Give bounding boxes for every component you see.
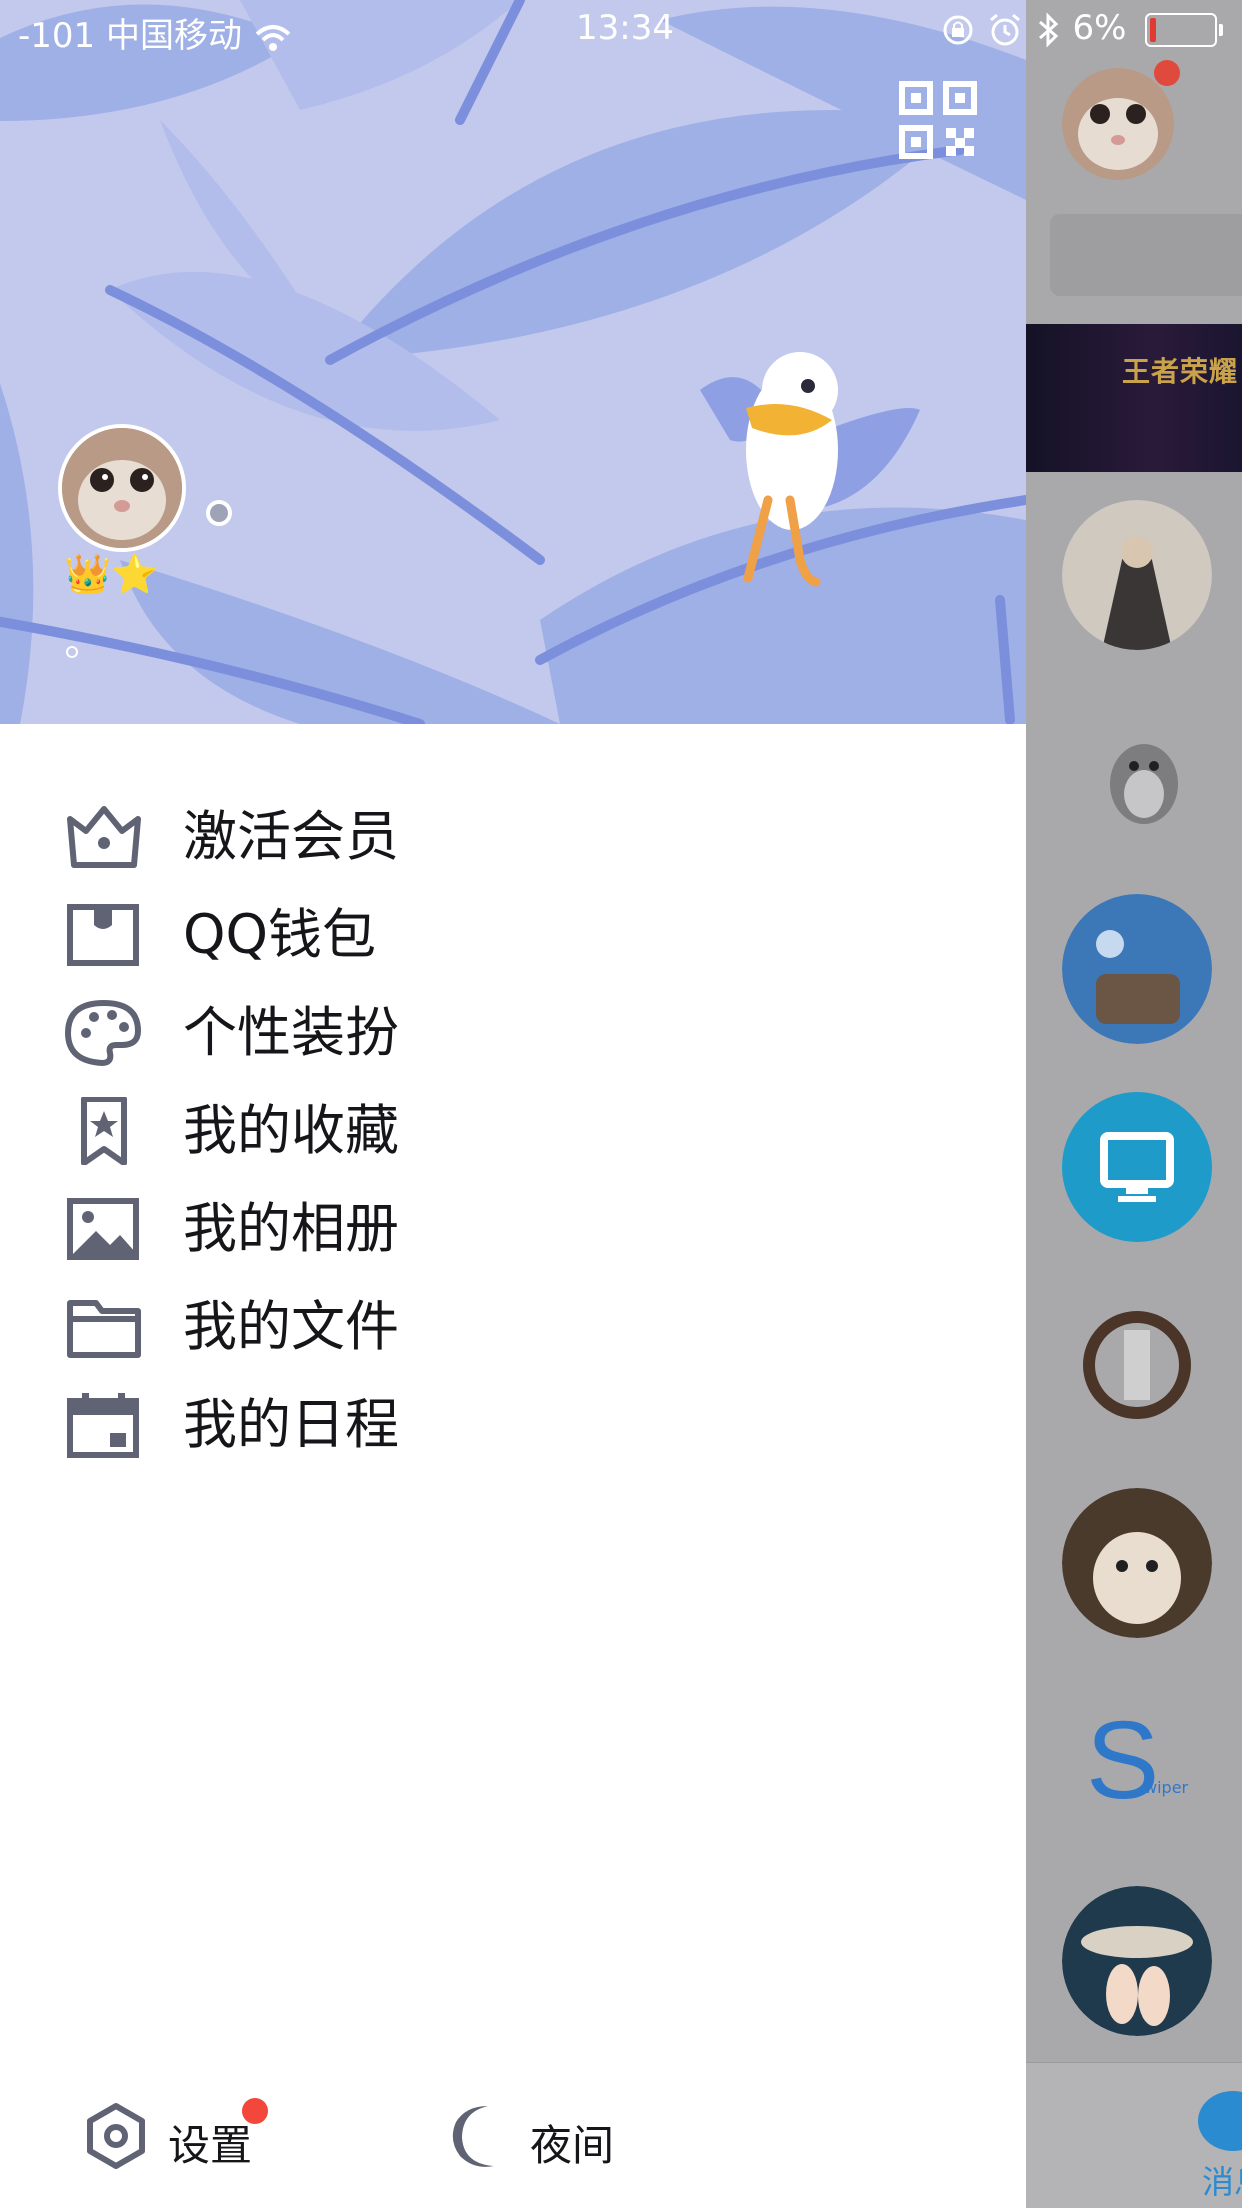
crown-outline-icon bbox=[67, 806, 141, 868]
chat-avatar[interactable] bbox=[1062, 894, 1212, 1044]
qr-code-button[interactable] bbox=[898, 80, 978, 160]
picture-icon bbox=[67, 1198, 139, 1260]
banner-text: 王者荣耀 bbox=[1121, 355, 1238, 388]
device-avatar[interactable] bbox=[1062, 1092, 1212, 1242]
signature-placeholder-dot bbox=[66, 646, 78, 658]
menu-label: QQ钱包 bbox=[183, 903, 377, 966]
status-icons: 6% bbox=[940, 8, 1224, 48]
wifi-icon bbox=[255, 24, 291, 51]
night-mode-label: 夜间 bbox=[530, 2121, 615, 2170]
qr-code-icon bbox=[899, 81, 977, 159]
feather-background-illustration bbox=[0, 0, 1026, 724]
settings-label: 设置 bbox=[168, 2121, 253, 2170]
rotation-lock-icon bbox=[943, 15, 973, 44]
online-status-indicator bbox=[206, 500, 232, 526]
menu-item-schedule[interactable]: 我的日程 bbox=[0, 1356, 1026, 1494]
background-search-bar bbox=[1050, 214, 1242, 296]
profile-avatar[interactable] bbox=[58, 424, 186, 552]
message-tab-icon[interactable] bbox=[1198, 2091, 1242, 2151]
swiper-logo[interactable]: S wiper bbox=[1086, 1706, 1188, 1816]
chat-avatar[interactable] bbox=[1062, 696, 1212, 846]
settings-notification-dot bbox=[242, 2098, 268, 2124]
background-user-avatar[interactable] bbox=[1062, 68, 1174, 180]
menu-label: 我的相册 bbox=[183, 1197, 399, 1260]
menu-label: 我的日程 bbox=[183, 1393, 399, 1456]
background-tab-bar: 消息 bbox=[1026, 2062, 1242, 2208]
cat-avatar bbox=[62, 428, 182, 548]
background-game-banner[interactable]: 王者荣耀 bbox=[1026, 324, 1242, 472]
menu-label: 我的收藏 bbox=[183, 1099, 399, 1162]
profile-header: 👑⭐ bbox=[0, 0, 1026, 724]
chat-avatar[interactable] bbox=[1062, 1886, 1212, 2036]
carrier-text: -101 中国移动 bbox=[18, 16, 242, 56]
menu-label: 我的文件 bbox=[183, 1295, 399, 1358]
vip-badges[interactable]: 👑⭐ bbox=[64, 552, 159, 597]
chat-avatar[interactable] bbox=[1062, 1488, 1212, 1638]
battery-icon bbox=[1145, 12, 1224, 47]
monitor-icon bbox=[1100, 1132, 1174, 1202]
drawer-footer: 设置 夜间 bbox=[0, 2060, 1026, 2208]
background-conversation-list: 王者荣耀 S wiper 消 bbox=[1026, 0, 1242, 2208]
folder-icon bbox=[67, 1300, 141, 1358]
alarm-icon bbox=[989, 13, 1020, 45]
wallet-icon bbox=[67, 904, 139, 966]
battery-percent: 6% bbox=[1072, 8, 1127, 48]
night-mode-button[interactable]: 夜间 bbox=[444, 2100, 644, 2172]
settings-button[interactable]: 设置 bbox=[80, 2098, 290, 2172]
notification-badge bbox=[1154, 60, 1180, 86]
vip-badge-glyphs: 👑⭐ bbox=[64, 552, 159, 596]
carrier-signal: -101 中国移动 bbox=[18, 8, 293, 57]
bookmark-star-icon bbox=[81, 1097, 127, 1165]
chat-avatar[interactable] bbox=[1062, 1290, 1212, 1440]
clock: 13:34 bbox=[576, 8, 674, 48]
menu-label: 个性装扮 bbox=[183, 1001, 399, 1064]
status-bar: -101 中国移动 13:34 6% bbox=[0, 0, 1242, 60]
bluetooth-icon bbox=[1038, 11, 1058, 48]
settings-icon bbox=[87, 2103, 145, 2169]
chat-avatar[interactable] bbox=[1062, 500, 1212, 650]
moon-icon bbox=[452, 2106, 494, 2167]
palette-icon bbox=[64, 999, 142, 1067]
calendar-icon bbox=[67, 1393, 139, 1458]
message-tab-label[interactable]: 消息 bbox=[1202, 2157, 1242, 2203]
menu-label: 激活会员 bbox=[183, 805, 399, 868]
